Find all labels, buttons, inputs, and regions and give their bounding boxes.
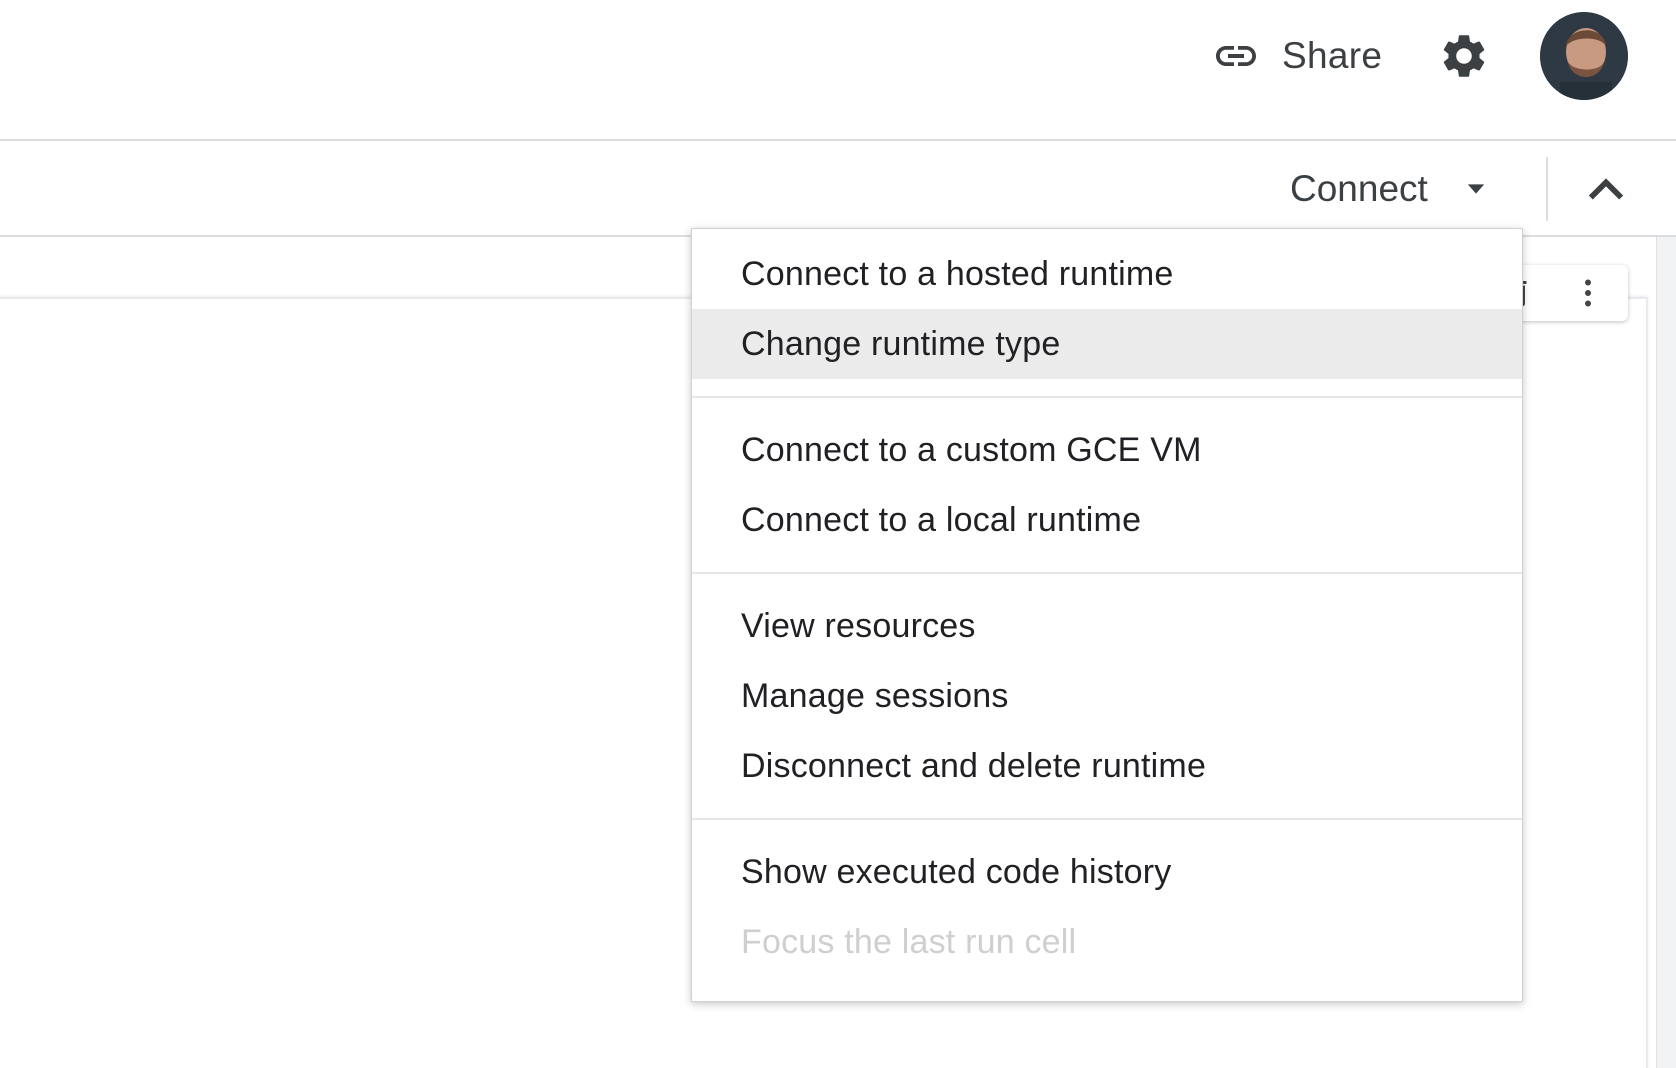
chevron-up-icon[interactable] [1580, 165, 1632, 217]
share-button[interactable]: Share [1212, 22, 1382, 90]
menu-item-connect-custom-gce-vm[interactable]: Connect to a custom GCE VM [692, 415, 1522, 485]
scrollbar[interactable] [1656, 237, 1676, 1068]
menu-item-connect-local-runtime[interactable]: Connect to a local runtime [692, 485, 1522, 555]
avatar[interactable] [1540, 12, 1628, 100]
caret-down-icon[interactable] [1462, 175, 1490, 203]
link-icon [1216, 46, 1256, 66]
more-vert-icon[interactable] [1570, 275, 1606, 311]
colab-page: Share Connect Connect to a hosted runtim… [0, 0, 1676, 1068]
gear-icon[interactable] [1438, 30, 1490, 82]
menu-item-show-executed-code-history[interactable]: Show executed code history [692, 837, 1522, 907]
notebook-toolbar: Connect [0, 141, 1676, 237]
connect-button[interactable]: Connect [1290, 161, 1490, 217]
menu-item-disconnect-delete-runtime[interactable]: Disconnect and delete runtime [692, 731, 1522, 801]
share-label: Share [1282, 35, 1383, 76]
menu-item-focus-last-run-cell: Focus the last run cell [741, 922, 1077, 961]
menu-item-change-runtime-type[interactable]: Change runtime type [692, 309, 1522, 379]
avatar-image [1540, 12, 1628, 100]
menu-item-manage-sessions[interactable]: Manage sessions [692, 661, 1522, 731]
toolbar-divider [1546, 157, 1548, 221]
menu-separator [692, 572, 1522, 574]
menu-item-view-resources[interactable]: View resources [692, 591, 1522, 661]
menu-item-connect-hosted-runtime[interactable]: Connect to a hosted runtime [692, 239, 1522, 309]
connect-label: Connect [1290, 168, 1428, 209]
menu-separator [692, 818, 1522, 820]
top-header: Share [0, 0, 1676, 141]
connect-dropdown-menu: Connect to a hosted runtime Change runti… [691, 228, 1523, 1002]
menu-separator [692, 396, 1522, 398]
